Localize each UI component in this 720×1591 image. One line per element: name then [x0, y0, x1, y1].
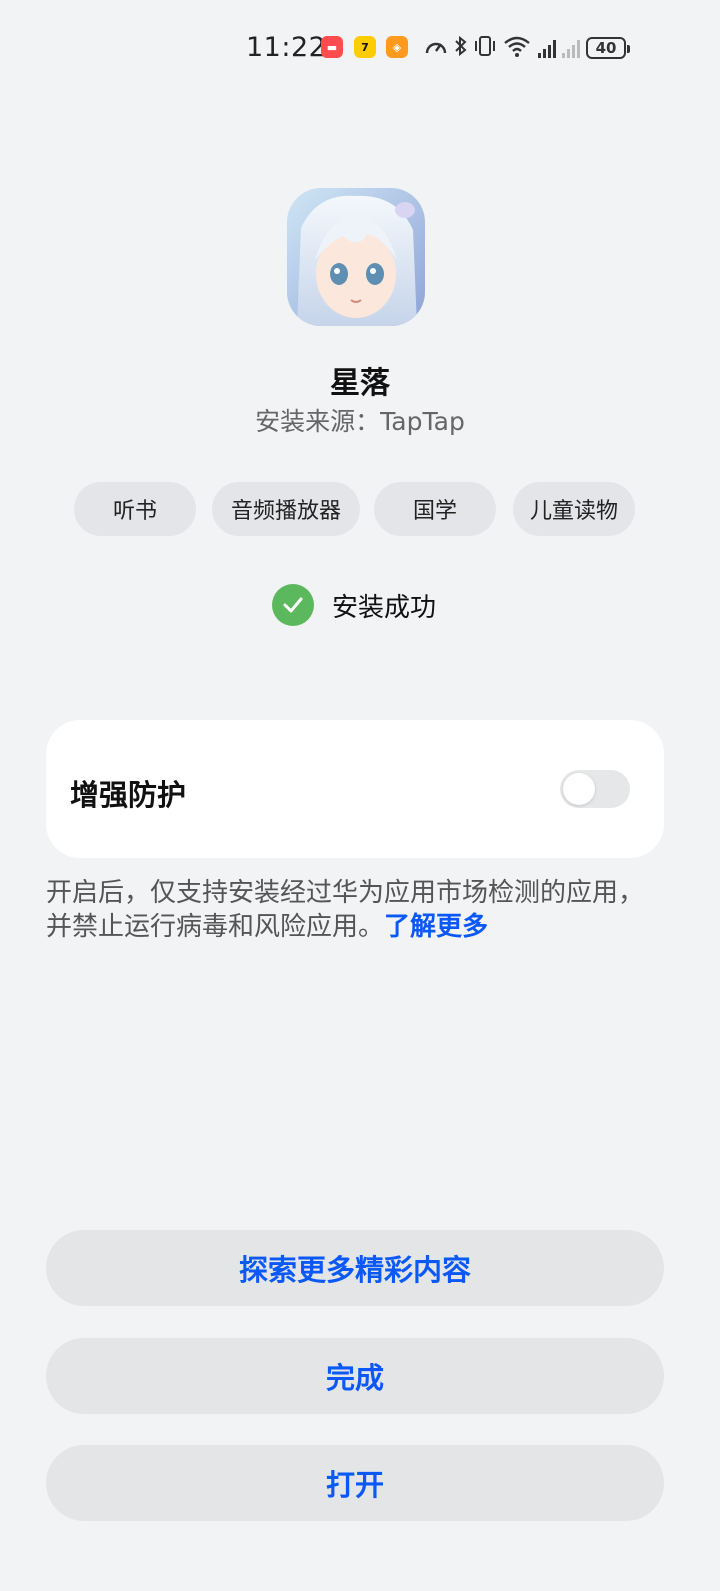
explore-more-button[interactable]: 探索更多精彩内容 [46, 1230, 664, 1306]
vibrate-icon [474, 35, 496, 62]
wifi-icon [502, 34, 532, 63]
battery-icon: 40 [586, 37, 630, 59]
learn-more-link[interactable]: 了解更多 [384, 912, 488, 942]
category-tags: 听书 音频播放器 国学 儿童读物 [0, 482, 720, 536]
enhanced-protection-title: 增强防护 [70, 778, 187, 812]
protection-description-text: 开启后，仅支持安装经过华为应用市场检测的应用，并禁止运行病毒和风险应用。 [46, 878, 645, 942]
app-icon [287, 188, 425, 326]
no-signal-icon [562, 38, 580, 58]
system-icons: 40 [424, 34, 630, 63]
open-button[interactable]: 打开 [46, 1445, 664, 1521]
install-success-status: 安装成功 [272, 584, 436, 626]
app-name: 星落 [330, 366, 390, 401]
protection-description: 开启后，仅支持安装经过华为应用市场检测的应用，并禁止运行病毒和风险应用。了解更多 [46, 876, 666, 944]
orange-app-notification-icon: ◈ [386, 36, 408, 58]
enhanced-protection-card: 增强防护 [46, 720, 664, 858]
toggle-knob [563, 773, 595, 805]
bluetooth-icon [454, 35, 468, 62]
status-bar: 11:22 ▬ 7 ◈ 40 [0, 28, 720, 68]
install-source: 安装来源：TapTap [255, 407, 465, 436]
done-button[interactable]: 完成 [46, 1338, 664, 1414]
4g-signal-icon [538, 38, 556, 58]
success-text: 安装成功 [332, 592, 437, 623]
tag-audio-player[interactable]: 音频播放器 [212, 482, 360, 536]
tag-listen-book[interactable]: 听书 [74, 482, 196, 536]
status-time: 11:22 [246, 32, 327, 63]
tag-children-books[interactable]: 儿童读物 [513, 482, 635, 536]
speed-icon [424, 35, 448, 62]
red-app-notification-icon: ▬ [321, 36, 343, 58]
tag-chinese-classics[interactable]: 国学 [374, 482, 496, 536]
enhanced-protection-toggle[interactable] [560, 770, 630, 808]
check-icon [272, 584, 314, 626]
yellow-app-notification-icon: 7 [354, 36, 376, 58]
